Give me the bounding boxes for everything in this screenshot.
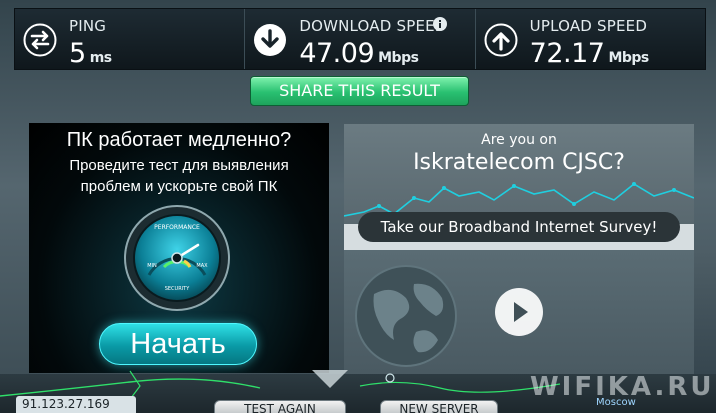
collapse-arrow-icon[interactable] xyxy=(312,370,348,390)
survey-button[interactable]: Take our Broadband Internet Survey! xyxy=(358,212,680,242)
info-icon[interactable] xyxy=(433,17,448,31)
ad-body-line1: Проведите тест для выявления xyxy=(69,157,289,174)
svg-text:MAX: MAX xyxy=(196,263,208,269)
start-button[interactable]: Начать xyxy=(99,323,257,365)
ping-stat: PING 5 ms xyxy=(15,9,246,69)
upload-stat: UPLOAD SPEED 72.17 Mbps xyxy=(476,9,705,69)
ping-label: PING xyxy=(69,17,107,35)
upload-unit: Mbps xyxy=(608,50,649,66)
isp-name: Iskratelecom CJSC? xyxy=(413,150,625,175)
video-player[interactable] xyxy=(344,250,694,374)
share-result-button[interactable]: SHARE THIS RESULT xyxy=(250,76,469,106)
pc-performance-ad[interactable]: ПК работает медленно? Проведите тест для… xyxy=(29,123,329,373)
performance-gauge-icon: PERFORMANCE MIN MAX SECURITY xyxy=(124,205,230,311)
survey-question: Are you on xyxy=(481,132,557,148)
test-again-button[interactable]: TEST AGAIN xyxy=(214,400,346,413)
watermark: WIFIKA.RU xyxy=(530,372,715,402)
results-bar: PING 5 ms DOWNLOAD SPEED 47.09 Mbps UPLOAD… xyxy=(14,8,706,70)
speedtest-window: PING 5 ms DOWNLOAD SPEED 47.09 Mbps UPLOAD… xyxy=(0,0,716,413)
globe-icon xyxy=(355,265,457,367)
ad-body: Проведите тест для выявления проблем и у… xyxy=(29,155,329,197)
upload-arrow-icon xyxy=(484,23,518,57)
play-button[interactable] xyxy=(495,288,543,336)
svg-text:SECURITY: SECURITY xyxy=(165,286,190,292)
download-arrow-icon xyxy=(254,24,287,56)
download-label: DOWNLOAD SPEED xyxy=(299,17,447,35)
ad-headline: ПК работает медленно? xyxy=(66,129,292,151)
ad-body-line2: проблем и ускорьте свой ПК xyxy=(80,178,278,195)
download-unit: Mbps xyxy=(378,50,419,66)
download-stat: DOWNLOAD SPEED 47.09 Mbps xyxy=(245,9,476,69)
ip-address: 91.123.27.169 xyxy=(16,396,136,413)
download-value: 47.09 Mbps xyxy=(299,38,419,69)
upload-value: 72.17 Mbps xyxy=(529,38,650,69)
ping-value: 5 ms xyxy=(69,38,112,69)
ping-arrows-icon xyxy=(23,23,57,57)
svg-text:PERFORMANCE: PERFORMANCE xyxy=(154,224,200,231)
upload-label: UPLOAD SPEED xyxy=(529,17,648,35)
isp-survey-ad[interactable]: Are you on Iskratelecom CJSC? Take our B… xyxy=(344,124,694,250)
svg-text:MIN: MIN xyxy=(147,263,157,269)
ping-unit: ms xyxy=(89,50,112,66)
new-server-button[interactable]: NEW SERVER xyxy=(380,400,498,413)
